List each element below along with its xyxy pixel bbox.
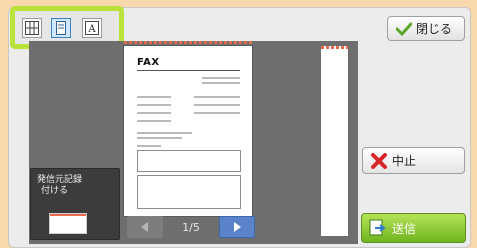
text-line [202, 82, 240, 84]
text-view-button[interactable]: A [82, 18, 102, 38]
text-line [194, 112, 240, 114]
document-title: FAX [137, 57, 160, 68]
text-line [137, 96, 171, 98]
grid-icon [25, 21, 39, 35]
svg-text:A: A [87, 24, 96, 35]
text-a-icon: A [85, 21, 99, 35]
send-label: 送信 [392, 221, 417, 236]
form-table [137, 150, 241, 172]
text-line [137, 120, 171, 122]
text-line [194, 104, 240, 106]
page-edge-marker [321, 46, 348, 49]
form-table [137, 175, 241, 209]
text-line [137, 132, 192, 134]
send-button[interactable]: 送信 [361, 213, 466, 243]
checkmark-icon [396, 22, 412, 36]
text-line [194, 96, 240, 98]
red-x-icon [370, 152, 388, 169]
thumbnail-header-bar [50, 214, 86, 216]
originator-record-option[interactable]: 発信元記録 付ける [30, 168, 120, 240]
label-line-2: 付ける [41, 186, 69, 196]
preview-page: FAX [124, 46, 252, 216]
originator-record-label: 発信元記録 付ける [37, 175, 117, 197]
text-line [137, 145, 161, 147]
text-line [137, 137, 182, 139]
thumbnail-grid-view-button[interactable] [22, 18, 42, 38]
originator-thumbnail [49, 213, 87, 234]
stop-label: 中止 [392, 154, 417, 168]
page-icon [56, 21, 66, 35]
previous-page-button[interactable] [127, 216, 163, 238]
text-line [202, 77, 240, 79]
close-button[interactable]: 閉じる [387, 16, 465, 41]
text-line [137, 104, 171, 106]
triangle-left-icon [141, 222, 148, 232]
title-rule [137, 70, 240, 71]
page-view-button[interactable] [51, 18, 71, 38]
page-navigator: 1/5 [127, 216, 255, 238]
close-label: 閉じる [416, 22, 453, 36]
send-document-icon [369, 219, 387, 237]
page-edge-marker [124, 41, 252, 44]
next-page-button[interactable] [219, 216, 255, 238]
next-page-preview [321, 46, 348, 236]
text-line [137, 112, 171, 114]
stop-button[interactable]: 中止 [362, 147, 465, 174]
page-indicator: 1/5 [182, 220, 200, 234]
triangle-right-icon [234, 222, 241, 232]
label-line-1: 発信元記録 [37, 175, 83, 185]
